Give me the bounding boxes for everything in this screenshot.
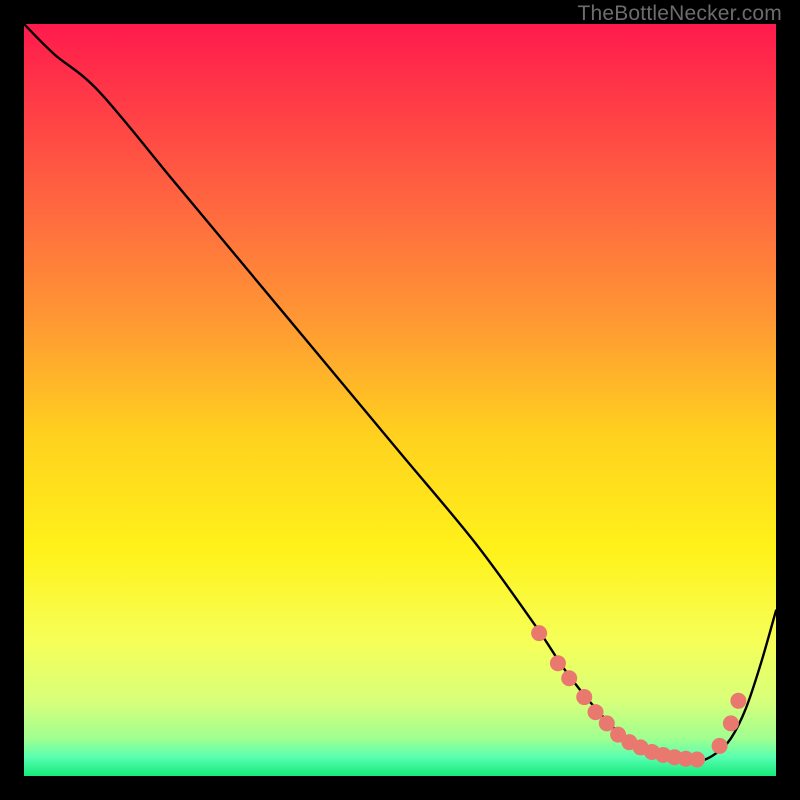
highlight-marker [599, 715, 615, 731]
highlight-marker [689, 751, 705, 767]
highlight-marker [723, 715, 739, 731]
highlight-marker [550, 655, 566, 671]
highlight-marker [730, 693, 746, 709]
highlight-marker [531, 625, 547, 641]
highlight-marker [561, 670, 577, 686]
watermark-text: TheBottleNecker.com [577, 2, 782, 26]
highlight-marker [712, 738, 728, 754]
highlight-marker [588, 704, 604, 720]
bottleneck-chart [24, 24, 776, 776]
highlight-marker [576, 689, 592, 705]
chart-frame [24, 24, 776, 776]
